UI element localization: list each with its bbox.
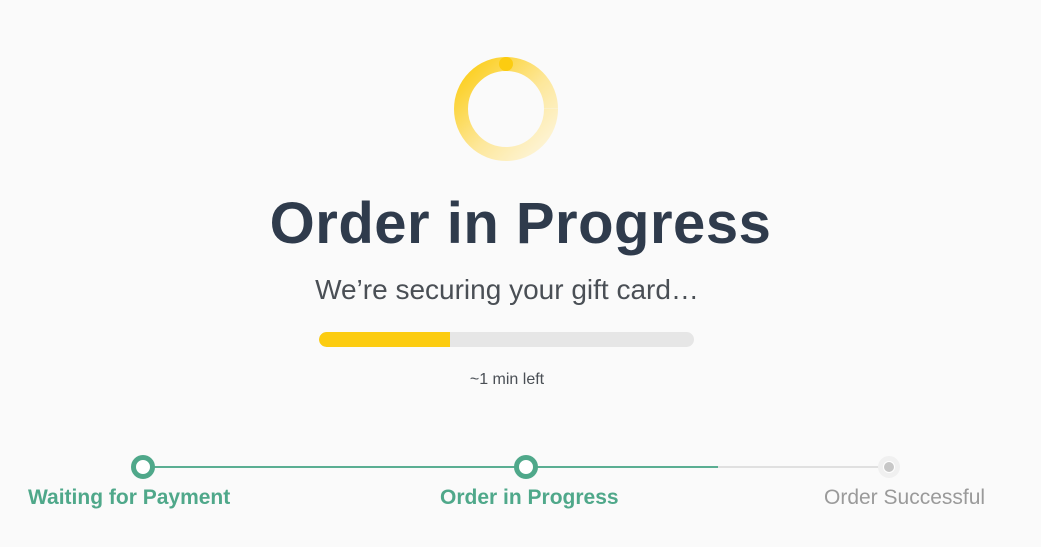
order-stepper: Waiting for Payment Order in Progress Or… [0, 0, 1041, 547]
step-node-order-successful [878, 456, 900, 478]
step-label-waiting-for-payment: Waiting for Payment [28, 486, 231, 509]
step-node-waiting-for-payment [131, 455, 155, 479]
stepper-line-complete [143, 466, 718, 468]
step-label-order-in-progress: Order in Progress [440, 486, 619, 509]
stepper-line-pending [718, 466, 890, 468]
order-status-page: Order in Progress We’re securing your gi… [0, 0, 1041, 547]
step-label-order-successful: Order Successful [824, 486, 986, 509]
step-node-order-in-progress [514, 455, 538, 479]
